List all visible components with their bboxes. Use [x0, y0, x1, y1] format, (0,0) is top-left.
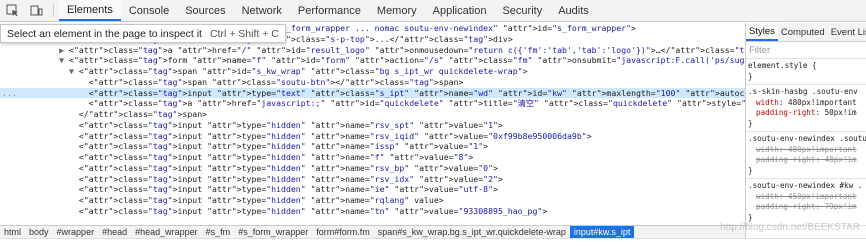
- watermark: http://blog.csdn.net/BEEKSTAR: [720, 222, 860, 233]
- style-rules: element.style {} .s-skin-hasbg .soutu-env…: [746, 59, 866, 226]
- styles-pane: Styles Computed Event Lis Filter element.s…: [746, 23, 866, 238]
- dom-node[interactable]: <"attr">class="tag">input "attr">type="h…: [0, 163, 745, 174]
- rule-selector[interactable]: element.style {: [748, 61, 866, 72]
- dom-node[interactable]: ▼ <"attr">class="tag">form "attr">name="…: [0, 55, 745, 66]
- tab-audits[interactable]: Audits: [550, 0, 597, 21]
- panel-tabs: Elements Console Sources Network Performance…: [59, 0, 597, 21]
- tab-network[interactable]: Network: [234, 0, 290, 21]
- bottom-drawer-edge: [0, 238, 866, 247]
- breadcrumb-item[interactable]: span#s_kw_wrap.bg.s_ipt_wr.quickdelete-w…: [374, 226, 570, 238]
- row-ellipsis-marker[interactable]: ...: [2, 88, 17, 99]
- breadcrumb: html body #wrapper #head #head_wrapper #s_fm #…: [0, 225, 745, 238]
- breadcrumb-item[interactable]: input#kw.s_ipt: [569, 226, 635, 238]
- breadcrumb-item[interactable]: #head_wrapper: [131, 226, 202, 238]
- property-value: 450px!important: [788, 191, 857, 201]
- tab-memory[interactable]: Memory: [369, 0, 425, 21]
- property-value: 48px!im: [824, 155, 857, 164]
- style-rule: .s-skin-hasbg .soutu-env width: 480px!imp…: [746, 85, 866, 132]
- breadcrumb-item[interactable]: body: [25, 226, 53, 238]
- dom-node[interactable]: <"attr">class="tag">span "attr">class="s…: [0, 77, 745, 88]
- breadcrumb-item[interactable]: #wrapper: [53, 226, 99, 238]
- styles-filter-input[interactable]: Filter: [746, 42, 866, 59]
- dom-node[interactable]: </"attr">class="tag">span>: [0, 109, 745, 120]
- breadcrumb-item[interactable]: #head: [98, 226, 131, 238]
- tab-elements[interactable]: Elements: [59, 0, 121, 21]
- dom-node[interactable]: <"attr">class="tag">input "attr">type="h…: [0, 206, 745, 217]
- toolbar-separator: [53, 4, 54, 17]
- inspect-tooltip: Select an element in the page to inspect…: [0, 24, 286, 43]
- style-property[interactable]: width: 480px!important: [748, 145, 866, 156]
- breadcrumb-item[interactable]: #s_fm: [202, 226, 235, 238]
- rule-close: }: [748, 118, 753, 128]
- property-name: padding-right: [756, 155, 816, 164]
- property-value: 79px!im: [824, 202, 857, 211]
- devtools-toolbar: Elements Console Sources Network Performance…: [0, 0, 866, 22]
- dom-node-selected[interactable]: <"attr">class="tag">input "attr">type="t…: [0, 87, 745, 99]
- tooltip-shortcut: Ctrl + Shift + C: [209, 27, 279, 40]
- style-rule: .soutu-env-newindex .soutu width: 480px!i…: [746, 132, 866, 179]
- dom-node[interactable]: <"attr">class="tag">input "attr">type="h…: [0, 152, 745, 163]
- breadcrumb-item[interactable]: form#form.fm: [312, 226, 374, 238]
- dom-node[interactable]: ▼ <"attr">class="tag">span "attr">id="s_…: [0, 66, 745, 77]
- style-rule: element.style {}: [746, 59, 866, 85]
- dom-node[interactable]: <"attr">class="tag">input "attr">type="h…: [0, 195, 745, 206]
- style-property[interactable]: padding-right: 48px!im: [748, 155, 866, 166]
- dom-node[interactable]: <"attr">class="tag">input "attr">type="h…: [0, 120, 745, 131]
- dom-node[interactable]: <"attr">class="tag">input "attr">type="h…: [0, 131, 745, 142]
- tab-console[interactable]: Console: [121, 0, 177, 21]
- breadcrumb-item[interactable]: #s_form_wrapper: [234, 226, 312, 238]
- property-name: width: [756, 191, 779, 201]
- property-value: 50px!im: [824, 108, 857, 117]
- style-property[interactable]: padding-right: 50px!im: [748, 108, 866, 119]
- subtab-event-lis[interactable]: Event Lis: [828, 23, 866, 41]
- dom-node[interactable]: <"attr">class="tag">a "attr">href="javas…: [0, 98, 745, 109]
- property-name: width: [756, 144, 779, 154]
- style-property[interactable]: width: 450px!important: [748, 192, 866, 203]
- property-name: width: [756, 97, 779, 107]
- style-property[interactable]: padding-right: 79px!im: [748, 202, 866, 213]
- rule-selector[interactable]: .soutu-env-newindex #kw .: [748, 181, 866, 192]
- dom-node[interactable]: <"attr">class="tag">input "attr">type="h…: [0, 174, 745, 185]
- tooltip-text: Select an element in the page to inspect…: [7, 27, 202, 40]
- property-name: padding-right: [756, 108, 816, 117]
- rule-selector[interactable]: .soutu-env-newindex .soutu: [748, 134, 866, 145]
- tab-security[interactable]: Security: [494, 0, 550, 21]
- sidebar-subtabs: Styles Computed Event Lis: [746, 23, 866, 42]
- subtab-computed[interactable]: Computed: [778, 23, 828, 41]
- tab-sources[interactable]: Sources: [177, 0, 233, 21]
- inspect-cursor-icon[interactable]: [0, 0, 24, 21]
- style-property[interactable]: width: 480px!important: [748, 98, 866, 109]
- dom-node[interactable]: <"attr">class="tag">input "attr">type="h…: [0, 184, 745, 195]
- rule-close: }: [748, 165, 753, 175]
- device-mode-icon[interactable]: [24, 0, 48, 21]
- dom-node[interactable]: <"attr">class="tag">input "attr">type="h…: [0, 141, 745, 152]
- style-rule: .soutu-env-newindex #kw . width: 450px!im…: [746, 179, 866, 226]
- rule-selector[interactable]: .s-skin-hasbg .soutu-env: [748, 87, 866, 98]
- property-name: padding-right: [756, 202, 816, 211]
- breadcrumb-item[interactable]: html: [0, 226, 25, 238]
- property-value: 480px!important: [788, 144, 857, 154]
- dom-node[interactable]: ▶ <"attr">class="tag">a "attr">href="/" …: [0, 45, 745, 56]
- subtab-styles[interactable]: Styles: [746, 23, 778, 41]
- tab-application[interactable]: Application: [425, 0, 495, 21]
- property-value: 480px!important: [788, 97, 857, 107]
- elements-dom-tree[interactable]: <"attr">class="tag">div "attr">class="s_…: [0, 23, 745, 225]
- rule-close: }: [748, 71, 753, 81]
- tab-performance[interactable]: Performance: [290, 0, 369, 21]
